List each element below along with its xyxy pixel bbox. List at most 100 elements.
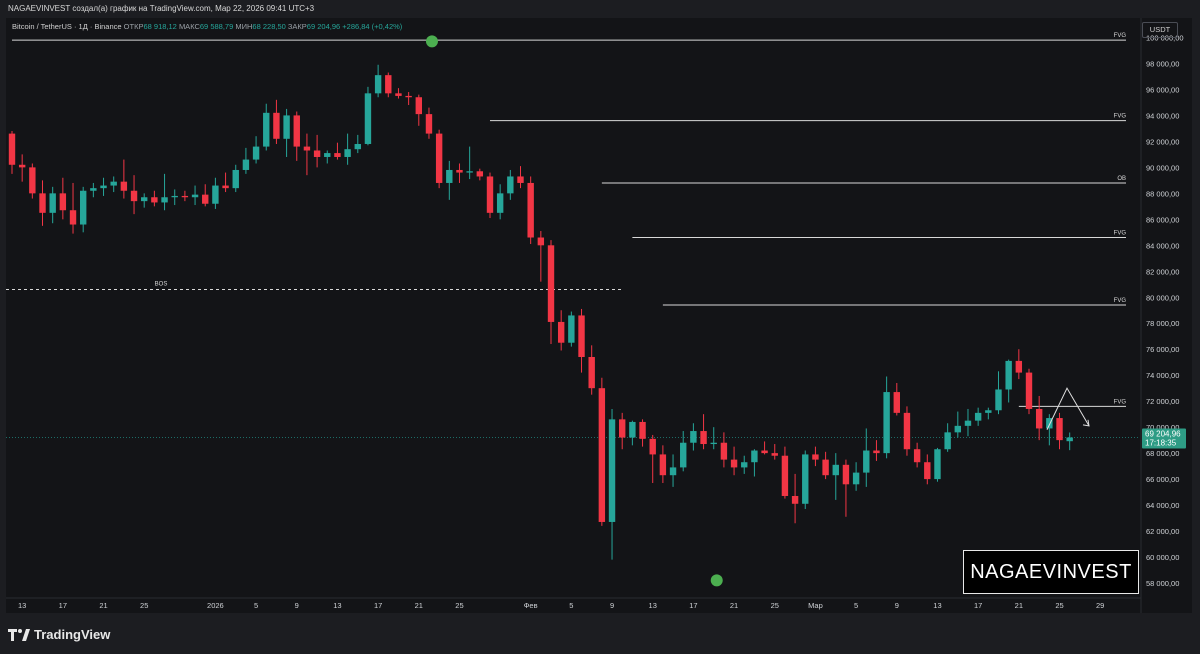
candle-body xyxy=(79,190,87,225)
candle-body xyxy=(202,194,209,204)
candle-body xyxy=(303,146,311,151)
candle-body xyxy=(995,389,1002,411)
candle-body xyxy=(822,459,829,476)
level-label: FVG xyxy=(1114,231,1127,237)
candle-body xyxy=(964,420,972,426)
candle-body xyxy=(1056,418,1063,441)
x-tick-label: 9 xyxy=(610,601,614,610)
open-value: 68 918,12 xyxy=(143,22,177,31)
candle-body xyxy=(557,321,565,343)
symbol-legend: Bitcoin / TetherUS · 1Д · Binance ОТКР68… xyxy=(12,22,402,31)
candle-body xyxy=(710,442,717,445)
candle-body xyxy=(69,210,77,225)
candle-body xyxy=(39,193,46,213)
candle-body xyxy=(476,171,484,177)
candle-body xyxy=(466,171,473,173)
y-tick-label: 74 000,00 xyxy=(1146,371,1179,380)
candle-body xyxy=(893,392,900,413)
x-tick-label: 25 xyxy=(1055,601,1063,610)
attribution-bar: NAGAEVINVEST создал(а) график на Trading… xyxy=(0,0,1200,18)
candle-body xyxy=(578,315,585,358)
x-tick-label: 17 xyxy=(974,601,982,610)
candle-body xyxy=(781,455,789,496)
x-tick-label: 2026 xyxy=(207,601,224,610)
last-price-value: 69 204,96 xyxy=(1145,429,1181,438)
x-tick-label: 25 xyxy=(140,601,148,610)
candle-body xyxy=(730,459,738,468)
candle-body xyxy=(588,357,595,389)
candle-body xyxy=(873,450,880,454)
y-tick-label: 78 000,00 xyxy=(1146,319,1179,328)
close-value: 69 204,96 xyxy=(306,22,341,31)
x-tick-label: 13 xyxy=(18,601,26,610)
x-tick-label: 5 xyxy=(854,601,858,610)
tradingview-brand: TradingView xyxy=(34,627,111,642)
candle-body xyxy=(791,495,799,504)
chart-window: NAGAEVINVEST создал(а) график на Trading… xyxy=(0,0,1200,654)
candle-body xyxy=(354,143,361,150)
candle-body xyxy=(741,462,748,468)
candle-body xyxy=(212,185,219,204)
x-tick-label: 17 xyxy=(59,601,67,610)
swing-marker xyxy=(425,35,438,48)
candle-body xyxy=(680,442,687,468)
y-tick-label: 84 000,00 xyxy=(1146,241,1179,250)
y-tick-label: 94 000,00 xyxy=(1146,111,1179,120)
candle-body xyxy=(293,115,300,147)
candle-body xyxy=(283,115,290,139)
candle-body xyxy=(334,153,341,157)
low-label: МИН xyxy=(235,22,253,31)
x-tick-label: 21 xyxy=(415,601,423,610)
candle-body xyxy=(1066,437,1073,442)
candle-body xyxy=(446,169,453,183)
candle-body xyxy=(161,197,168,203)
y-tick-label: 68 000,00 xyxy=(1146,449,1179,458)
candle-body xyxy=(171,195,178,198)
candle-body xyxy=(974,412,982,421)
level-label: FVG xyxy=(1114,33,1127,39)
candle-body xyxy=(863,450,870,473)
x-tick-label: 21 xyxy=(730,601,738,610)
candle-body xyxy=(151,197,158,203)
candle-body xyxy=(690,431,697,443)
y-tick-label: 60 000,00 xyxy=(1146,553,1179,562)
bos-label: BOS xyxy=(155,281,168,287)
currency-button[interactable]: USDT xyxy=(1142,22,1178,38)
x-tick-label: 25 xyxy=(455,601,463,610)
candle-body xyxy=(944,432,951,450)
level-label: FVG xyxy=(1114,399,1127,405)
candle-body xyxy=(507,176,514,194)
candle-body xyxy=(344,149,351,157)
candle-body xyxy=(110,181,117,186)
candle-body xyxy=(700,431,707,445)
candle-body xyxy=(232,169,239,189)
candle-body xyxy=(903,412,911,450)
candle-body xyxy=(669,467,677,476)
x-tick-label: 17 xyxy=(689,601,697,610)
candlestick-chart[interactable]: 58 000,00 60 000,00 62 000,00 64 000,00 66 0… xyxy=(6,18,1192,613)
candle-body xyxy=(751,450,758,463)
x-tick-label: Фев xyxy=(524,601,538,610)
y-tick-label: 66 000,00 xyxy=(1146,475,1179,484)
candle-body xyxy=(934,449,941,480)
candle-body xyxy=(59,193,67,211)
candle-body xyxy=(517,176,524,183)
x-tick-label: 13 xyxy=(933,601,941,610)
attribution-text: NAGAEVINVEST создал(а) график на Trading… xyxy=(8,4,315,13)
x-tick-label: 9 xyxy=(295,601,299,610)
candle-body xyxy=(252,146,260,160)
candle-body xyxy=(486,176,494,213)
candle-body xyxy=(832,464,839,476)
y-tick-label: 92 000,00 xyxy=(1146,137,1179,146)
y-tick-label: 64 000,00 xyxy=(1146,501,1179,510)
candle-body xyxy=(415,97,422,115)
open-label: ОТКР xyxy=(123,22,144,31)
tradingview-logo[interactable]: TradingView xyxy=(8,627,110,642)
chart-pane[interactable]: 58 000,00 60 000,00 62 000,00 64 000,00 66 0… xyxy=(6,18,1192,613)
candle-body xyxy=(385,75,392,94)
symbol-name[interactable]: Bitcoin / TetherUS · 1Д · Binance xyxy=(12,22,122,31)
x-tick-label: 9 xyxy=(895,601,899,610)
candle-body xyxy=(547,245,555,322)
x-tick-label: 5 xyxy=(254,601,258,610)
candle-body xyxy=(852,472,860,485)
